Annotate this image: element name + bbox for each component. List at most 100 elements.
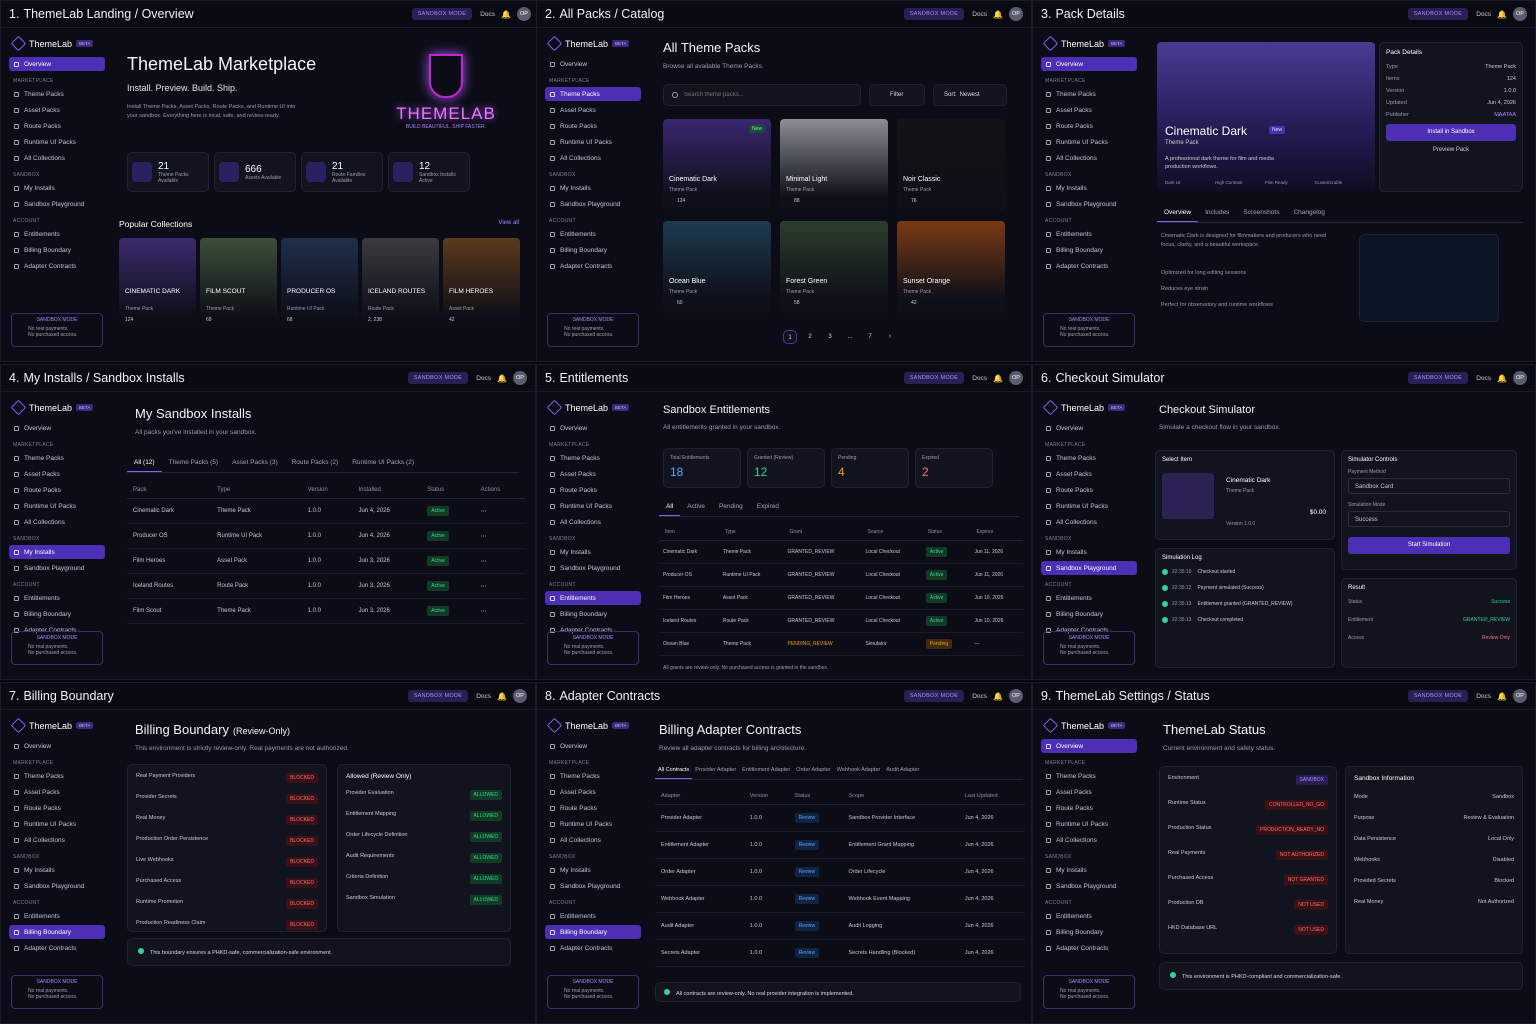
sidebar-item-playground[interactable]: Sandbox Playground <box>1041 879 1137 893</box>
page-button[interactable]: 7 <box>863 330 877 344</box>
sidebar-item-collections[interactable]: All Collections <box>9 151 105 165</box>
next-page-icon[interactable]: › <box>883 330 897 344</box>
sidebar-item-my-installs[interactable]: My Installs <box>1041 181 1137 195</box>
sidebar-item-billing[interactable]: Billing Boundary <box>1041 925 1137 939</box>
sidebar-item-adapter[interactable]: Adapter Contracts <box>545 941 641 955</box>
sidebar-item-my-installs[interactable]: My Installs <box>1041 545 1137 559</box>
pack-card[interactable]: New Cinematic Dark Theme Pack 124 <box>663 119 771 211</box>
sidebar-item-asset-packs[interactable]: Asset Packs <box>545 467 641 481</box>
sidebar-item-collections[interactable]: All Collections <box>545 151 641 165</box>
tab-changelog[interactable]: Changelog <box>1286 204 1331 222</box>
install-tab[interactable]: All (12) <box>127 454 162 472</box>
bell-icon[interactable]: 🔔 <box>993 692 1003 701</box>
sidebar-item-runtime[interactable]: Runtime UI Packs <box>545 817 641 831</box>
sidebar-item-entitlements[interactable]: Entitlements <box>9 227 105 241</box>
sidebar-item-playground[interactable]: Sandbox Playground <box>9 561 105 575</box>
avatar[interactable]: OP <box>513 689 527 703</box>
sort-select[interactable]: Sort: Newest <box>933 84 1007 106</box>
docs-link[interactable]: Docs <box>476 693 491 700</box>
collection-card[interactable]: CINEMATIC DARK Theme Pack 124 <box>119 238 196 328</box>
filter-button[interactable]: Filter <box>869 84 925 106</box>
sidebar-item-overview[interactable]: Overview <box>545 421 641 435</box>
sidebar-item-overview[interactable]: Overview <box>1041 57 1137 71</box>
sidebar-item-entitlements[interactable]: Entitlements <box>1041 909 1137 923</box>
sidebar-item-my-installs[interactable]: My Installs <box>1041 863 1137 877</box>
sidebar-item-collections[interactable]: All Collections <box>9 515 105 529</box>
avatar[interactable]: OP <box>1513 371 1527 385</box>
more-icon[interactable]: ⋯ <box>481 509 487 515</box>
sidebar-item-collections[interactable]: All Collections <box>9 833 105 847</box>
sidebar-item-overview[interactable]: Overview <box>1041 739 1137 753</box>
sidebar-item-route-packs[interactable]: Route Packs <box>545 119 641 133</box>
sidebar-item-route-packs[interactable]: Route Packs <box>545 483 641 497</box>
payment-method-select[interactable]: Sandbox Card <box>1348 478 1510 494</box>
more-icon[interactable]: ⋯ <box>481 559 487 565</box>
sidebar-item-overview[interactable]: Overview <box>9 421 105 435</box>
sidebar-item-adapter[interactable]: Adapter Contracts <box>9 941 105 955</box>
sidebar-item-asset-packs[interactable]: Asset Packs <box>545 785 641 799</box>
search-input[interactable] <box>684 92 854 98</box>
bell-icon[interactable]: 🔔 <box>497 374 507 383</box>
sidebar-item-billing[interactable]: Billing Boundary <box>9 243 105 257</box>
sidebar-item-asset-packs[interactable]: Asset Packs <box>9 103 105 117</box>
sidebar-item-route-packs[interactable]: Route Packs <box>1041 119 1137 133</box>
page-button[interactable]: 2 <box>803 330 817 344</box>
docs-link[interactable]: Docs <box>972 693 987 700</box>
install-tab[interactable]: Asset Packs (3) <box>225 454 285 472</box>
sidebar-item-my-installs[interactable]: My Installs <box>9 545 105 559</box>
install-tab[interactable]: Theme Packs (5) <box>162 454 226 472</box>
bell-icon[interactable]: 🔔 <box>497 692 507 701</box>
view-all-link[interactable]: View all <box>498 220 519 226</box>
install-tab[interactable]: Runtime UI Packs (2) <box>345 454 421 472</box>
sidebar-item-asset-packs[interactable]: Asset Packs <box>1041 467 1137 481</box>
collection-card[interactable]: PRODUCER OS Runtime UI Pack 68 <box>281 238 358 328</box>
pack-card[interactable]: Sunset Orange Theme Pack 42 <box>897 221 1005 313</box>
sidebar-item-theme-packs[interactable]: Theme Packs <box>545 87 641 101</box>
pack-card[interactable]: Forest Green Theme Pack 58 <box>780 221 888 313</box>
page-button[interactable]: 3 <box>823 330 837 344</box>
collection-card[interactable]: FILM SCOUT Theme Pack 68 <box>200 238 277 328</box>
sidebar-item-playground[interactable]: Sandbox Playground <box>1041 197 1137 211</box>
avatar[interactable]: OP <box>513 371 527 385</box>
sidebar-item-my-installs[interactable]: My Installs <box>9 181 105 195</box>
entitlement-tab[interactable]: Active <box>680 498 712 516</box>
contract-tab[interactable]: Provider Adapter <box>692 762 739 779</box>
docs-link[interactable]: Docs <box>1476 375 1491 382</box>
install-tab[interactable]: Route Packs (2) <box>285 454 346 472</box>
collection-card[interactable]: FILM HEROES Asset Pack 42 <box>443 238 520 328</box>
avatar[interactable]: OP <box>1009 689 1023 703</box>
sidebar-item-entitlements[interactable]: Entitlements <box>545 909 641 923</box>
bell-icon[interactable]: 🔔 <box>501 10 511 19</box>
sidebar-item-route-packs[interactable]: Route Packs <box>1041 483 1137 497</box>
sidebar-item-playground[interactable]: Sandbox Playground <box>545 561 641 575</box>
sidebar-item-billing[interactable]: Billing Boundary <box>9 925 105 939</box>
bell-icon[interactable]: 🔔 <box>993 10 1003 19</box>
sidebar-item-asset-packs[interactable]: Asset Packs <box>1041 785 1137 799</box>
mode-select[interactable]: Success <box>1348 511 1510 527</box>
sidebar-item-my-installs[interactable]: My Installs <box>545 181 641 195</box>
sidebar-item-theme-packs[interactable]: Theme Packs <box>545 769 641 783</box>
sidebar-item-collections[interactable]: All Collections <box>1041 833 1137 847</box>
sidebar-item-my-installs[interactable]: My Installs <box>545 863 641 877</box>
sidebar-item-runtime[interactable]: Runtime UI Packs <box>9 135 105 149</box>
sidebar-item-billing[interactable]: Billing Boundary <box>9 607 105 621</box>
entitlement-tab[interactable]: All <box>659 498 681 516</box>
page-button[interactable]: 1 <box>783 330 797 344</box>
sidebar-item-entitlements[interactable]: Entitlements <box>9 909 105 923</box>
sidebar-item-billing[interactable]: Billing Boundary <box>545 607 641 621</box>
sidebar-item-playground[interactable]: Sandbox Playground <box>545 879 641 893</box>
docs-link[interactable]: Docs <box>1476 693 1491 700</box>
sidebar-item-collections[interactable]: All Collections <box>545 515 641 529</box>
sidebar-item-playground[interactable]: Sandbox Playground <box>9 879 105 893</box>
sidebar-item-route-packs[interactable]: Route Packs <box>545 801 641 815</box>
sidebar-item-runtime[interactable]: Runtime UI Packs <box>1041 499 1137 513</box>
more-icon[interactable]: ⋯ <box>481 609 487 615</box>
sidebar-item-route-packs[interactable]: Route Packs <box>1041 801 1137 815</box>
bell-icon[interactable]: 🔔 <box>993 374 1003 383</box>
sidebar-item-my-installs[interactable]: My Installs <box>9 863 105 877</box>
docs-link[interactable]: Docs <box>972 11 987 18</box>
bell-icon[interactable]: 🔔 <box>1497 374 1507 383</box>
sidebar-item-billing[interactable]: Billing Boundary <box>1041 607 1137 621</box>
docs-link[interactable]: Docs <box>972 375 987 382</box>
start-simulation-button[interactable]: Start Simulation <box>1348 537 1510 554</box>
